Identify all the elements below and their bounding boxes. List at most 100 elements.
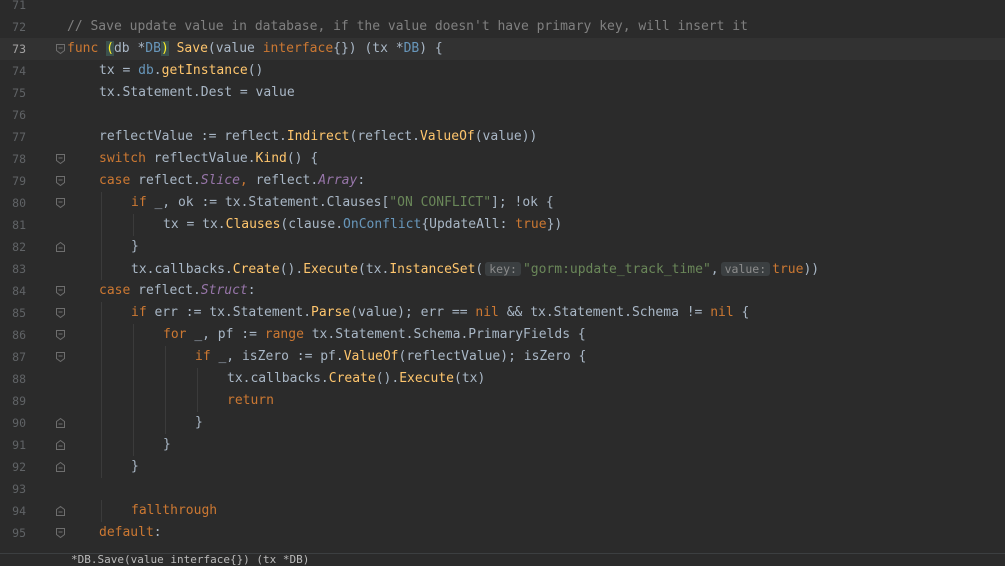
code-text[interactable]: fallthrough bbox=[131, 500, 217, 522]
code-text[interactable]: case reflect.Struct: bbox=[99, 280, 256, 302]
code-text[interactable]: if _, isZero := pf.ValueOf(reflectValue)… bbox=[195, 346, 586, 368]
code-text[interactable]: tx.callbacks.Create().Execute(tx.Instanc… bbox=[131, 258, 819, 281]
line-number: 82 bbox=[12, 240, 26, 254]
code-token: } bbox=[131, 459, 139, 474]
fold-close-icon[interactable] bbox=[55, 461, 66, 473]
code-token: ) { bbox=[419, 41, 443, 56]
code-token: tx.Statement.Dest = value bbox=[99, 85, 295, 100]
code-text[interactable]: } bbox=[131, 456, 139, 478]
code-line[interactable]: 82} bbox=[0, 236, 1005, 258]
code-text[interactable]: if _, ok := tx.Statement.Clauses["ON CON… bbox=[131, 192, 554, 214]
code-text[interactable]: } bbox=[131, 236, 139, 258]
line-number: 86 bbox=[12, 328, 26, 342]
code-line[interactable]: 77 reflectValue := reflect.Indirect(refle… bbox=[0, 126, 1005, 148]
indent-guide bbox=[101, 324, 102, 346]
code-line[interactable]: 81 tx = tx.Clauses(clause.OnConflict{Upda… bbox=[0, 214, 1005, 236]
code-line[interactable]: 84 case reflect.Struct: bbox=[0, 280, 1005, 302]
code-text[interactable]: // Save update value in database, if the… bbox=[67, 16, 748, 38]
code-line[interactable]: 75 tx.Statement.Dest = value bbox=[0, 82, 1005, 104]
code-line[interactable]: 71 bbox=[0, 0, 1005, 16]
code-line[interactable]: 74 tx = db.getInstance() bbox=[0, 60, 1005, 82]
code-line[interactable]: 90} bbox=[0, 412, 1005, 434]
code-token: if bbox=[131, 305, 155, 320]
code-token: Execute bbox=[399, 371, 454, 386]
code-line[interactable]: 83 tx.callbacks.Create().Execute(tx.Insta… bbox=[0, 258, 1005, 280]
code-token: . bbox=[279, 129, 287, 144]
code-text[interactable]: tx.Statement.Dest = value bbox=[99, 82, 295, 104]
code-token: : bbox=[357, 173, 366, 188]
line-number: 85 bbox=[12, 306, 26, 320]
line-number: 75 bbox=[12, 86, 26, 100]
line-number: 92 bbox=[12, 460, 26, 474]
code-line[interactable]: 89 return bbox=[0, 390, 1005, 412]
fold-open-icon[interactable] bbox=[55, 43, 66, 55]
code-token: ValueOf bbox=[419, 129, 475, 144]
code-line[interactable]: 87 if _, isZero := pf.ValueOf(reflectValu… bbox=[0, 346, 1005, 368]
code-text[interactable]: reflectValue := reflect.Indirect(reflect… bbox=[99, 126, 537, 148]
code-token: true bbox=[772, 262, 804, 277]
fold-open-icon[interactable] bbox=[55, 527, 66, 539]
code-text[interactable]: if err := tx.Statement.Parse(value); err… bbox=[131, 302, 749, 324]
code-text[interactable]: } bbox=[195, 412, 203, 434]
fold-close-icon[interactable] bbox=[55, 241, 66, 253]
code-line[interactable]: 80 if _, ok := tx.Statement.Clauses["ON C… bbox=[0, 192, 1005, 214]
line-number: 93 bbox=[12, 482, 26, 496]
breadcrumb-text[interactable]: *DB.Save(value interface{}) (tx *DB) bbox=[71, 554, 309, 566]
line-number: 71 bbox=[12, 0, 26, 12]
code-line[interactable]: 88 tx.callbacks.Create().Execute(tx) bbox=[0, 368, 1005, 390]
code-token: tx.callbacks. bbox=[227, 371, 329, 386]
code-line[interactable]: 93 bbox=[0, 478, 1005, 500]
code-line[interactable]: 86 for _, pf := range tx.Statement.Schema… bbox=[0, 324, 1005, 346]
fold-close-icon[interactable] bbox=[55, 417, 66, 429]
fold-close-icon[interactable] bbox=[55, 505, 66, 517]
code-line[interactable]: 78 switch reflectValue.Kind() { bbox=[0, 148, 1005, 170]
code-line[interactable]: 73 func (db *DB) Save(value interface{}) … bbox=[0, 38, 1005, 60]
code-text[interactable]: tx.callbacks.Create().Execute(tx) bbox=[227, 368, 485, 390]
fold-open-icon[interactable] bbox=[55, 285, 66, 297]
code-text[interactable]: tx = tx.Clauses(clause.OnConflict{Update… bbox=[163, 214, 562, 236]
code-text[interactable]: func (db *DB) Save(value interface{}) (t… bbox=[67, 38, 443, 60]
code-token: (). bbox=[279, 262, 304, 277]
fold-open-icon[interactable] bbox=[55, 329, 66, 341]
code-token: if bbox=[131, 195, 155, 210]
indent-guide bbox=[101, 412, 102, 434]
code-line[interactable]: 95 default: bbox=[0, 522, 1005, 544]
code-text[interactable]: switch reflectValue.Kind() { bbox=[99, 148, 318, 170]
code-token: Execute bbox=[303, 262, 358, 277]
code-token: db bbox=[113, 41, 138, 56]
code-editor[interactable]: 71 72 // Save update value in database, if… bbox=[0, 0, 1005, 544]
code-line[interactable]: 79 case reflect.Slice, reflect.Array: bbox=[0, 170, 1005, 192]
code-text[interactable]: case reflect.Slice, reflect.Array: bbox=[99, 170, 365, 192]
code-line[interactable]: 94 fallthrough bbox=[0, 500, 1005, 522]
fold-open-icon[interactable] bbox=[55, 175, 66, 187]
code-text[interactable]: default: bbox=[99, 522, 162, 544]
fold-open-icon[interactable] bbox=[55, 197, 66, 209]
fold-close-icon[interactable] bbox=[55, 439, 66, 451]
code-token: reflectValue := bbox=[99, 129, 225, 144]
fold-open-icon[interactable] bbox=[55, 351, 66, 363]
code-token: InstanceSet bbox=[389, 262, 476, 277]
code-text[interactable]: return bbox=[227, 390, 274, 412]
code-token: Array bbox=[318, 173, 358, 188]
code-token: db bbox=[138, 63, 154, 78]
indent-guide bbox=[101, 214, 102, 236]
code-line[interactable]: 91} bbox=[0, 434, 1005, 456]
code-text[interactable]: tx = db.getInstance() bbox=[99, 60, 263, 82]
line-number: 80 bbox=[12, 196, 26, 210]
code-token: _, ok := tx.Statement.Clauses[ bbox=[154, 195, 390, 210]
indent-guide bbox=[101, 236, 102, 258]
code-line[interactable]: 76 bbox=[0, 104, 1005, 126]
code-text[interactable]: for _, pf := range tx.Statement.Schema.P… bbox=[163, 324, 586, 346]
fold-open-icon[interactable] bbox=[55, 307, 66, 319]
line-number: 77 bbox=[12, 130, 26, 144]
parameter-hint: value: bbox=[720, 262, 771, 276]
breadcrumb-bar[interactable]: *DB.Save(value interface{}) (tx *DB) bbox=[0, 553, 1005, 566]
code-line[interactable]: 72 // Save update value in database, if t… bbox=[0, 16, 1005, 38]
code-line[interactable]: 92} bbox=[0, 456, 1005, 478]
code-line[interactable]: 85 if err := tx.Statement.Parse(value); e… bbox=[0, 302, 1005, 324]
code-text[interactable]: } bbox=[163, 434, 171, 456]
code-token: Slice bbox=[200, 173, 240, 188]
fold-open-icon[interactable] bbox=[55, 153, 66, 165]
code-token: && tx.Statement.Schema != bbox=[498, 305, 711, 320]
code-token: (value)) bbox=[474, 129, 538, 144]
